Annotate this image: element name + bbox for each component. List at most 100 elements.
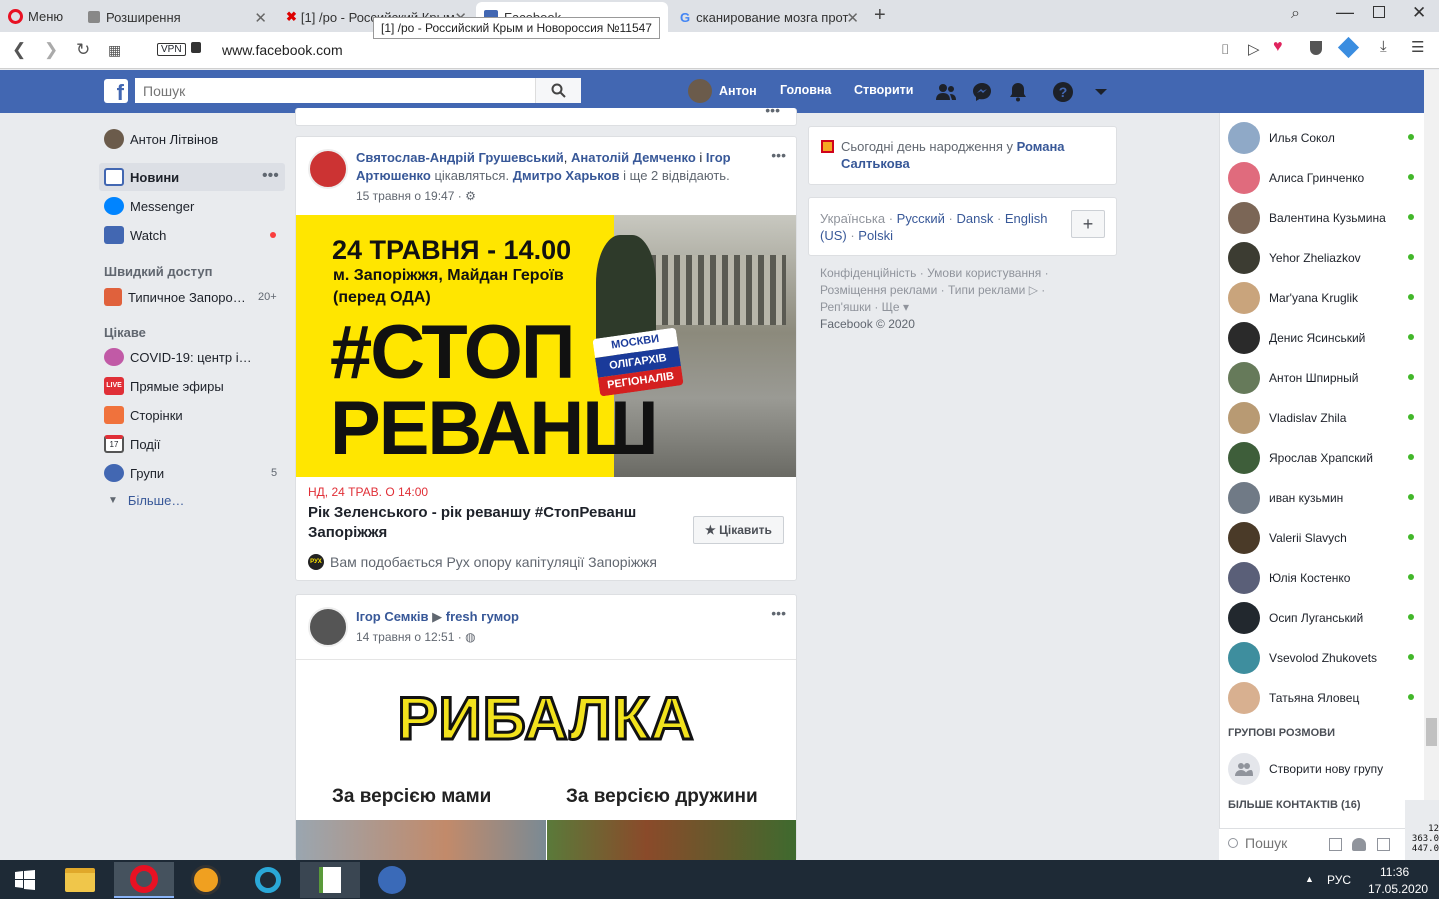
tab-extensions[interactable]: Розширення ✕ <box>80 2 273 32</box>
author-link[interactable]: Ігор Семків <box>356 609 429 624</box>
sidebar-more[interactable]: ▼ Більше… <box>104 488 184 512</box>
new-message-icon[interactable] <box>1329 838 1342 851</box>
chat-contact[interactable]: Valerii Slavych <box>1228 518 1418 558</box>
post-timestamp[interactable]: 14 травня о 12:51 · ◍ <box>356 630 476 644</box>
create-link[interactable]: Створити <box>854 83 913 97</box>
search-tabs-icon[interactable]: ⌕ <box>1291 5 1300 23</box>
post-timestamp[interactable]: 15 травня о 19:47 · ⚙ <box>356 189 476 203</box>
new-group-icon[interactable] <box>1352 838 1366 851</box>
chat-search-input[interactable] <box>1245 835 1335 851</box>
reload-icon[interactable]: ↻ <box>76 40 90 60</box>
profile-link[interactable]: Антон <box>688 79 757 103</box>
mountain-app[interactable] <box>362 862 422 898</box>
sidebar-item-pages[interactable]: Сторінки <box>104 403 183 427</box>
sidebar-item-watch[interactable]: Watch <box>104 223 166 247</box>
footer-line[interactable]: Конфіденційність · Умови користування · <box>820 265 1100 282</box>
facebook-logo-icon[interactable]: f <box>104 79 128 105</box>
chat-contact[interactable]: Илья Сокол <box>1228 118 1418 158</box>
chat-contact[interactable]: Денис Ясинський <box>1228 318 1418 358</box>
search-button[interactable] <box>535 78 581 103</box>
easy-setup-icon[interactable]: ☰ <box>1411 38 1424 56</box>
home-link[interactable]: Головна <box>780 83 831 97</box>
download-icon[interactable]: ⤓ <box>1380 38 1387 55</box>
close-window-button[interactable]: ✕ <box>1412 3 1426 23</box>
lang-danish[interactable]: Dansk <box>956 211 993 226</box>
sidebar-item-events[interactable]: 17 Події <box>104 432 160 456</box>
post-options-icon[interactable]: ••• <box>771 605 786 621</box>
chat-contact[interactable]: Осип Луганський <box>1228 598 1418 638</box>
lock-icon[interactable] <box>191 42 201 53</box>
chat-contact[interactable]: Татьяна Яловец <box>1228 678 1418 718</box>
sidebar-item-news[interactable]: Новини <box>104 165 179 189</box>
event-cover-image[interactable]: 24 ТРАВНЯ - 14.00 м. Запоріжжя, Майдан Г… <box>296 215 796 477</box>
tray-show-hidden-icon[interactable]: ▲ <box>1305 874 1314 884</box>
camera-icon[interactable]: ⌷ <box>1221 41 1229 58</box>
send-icon[interactable]: ▷ <box>1248 40 1260 58</box>
group-link[interactable]: fresh гумор <box>446 609 519 624</box>
footer-line[interactable]: Розміщення реклами · Типи реклами ▷ · <box>820 282 1100 299</box>
file-explorer-app[interactable] <box>50 862 110 898</box>
qip-app[interactable] <box>238 862 298 898</box>
forward-icon[interactable]: ❯ <box>44 40 58 60</box>
heart-icon[interactable]: ♥ <box>1273 38 1283 56</box>
help-icon[interactable]: ? <box>1052 81 1074 103</box>
notifications-bell-icon[interactable] <box>1007 81 1029 103</box>
sidebar-item-live[interactable]: LIVE Прямые эфиры <box>104 374 224 398</box>
clock-time[interactable]: 11:36 <box>1380 865 1409 879</box>
friends-icon[interactable] <box>935 81 957 103</box>
aimp-app[interactable] <box>176 862 236 898</box>
sidebar-item-groups[interactable]: Групи <box>104 461 164 485</box>
sidebar-item-messenger[interactable]: Messenger <box>104 194 194 218</box>
chat-contact[interactable]: Алиса Гринченко <box>1228 158 1418 198</box>
chat-contact[interactable]: Антон Шпирный <box>1228 358 1418 398</box>
back-icon[interactable]: ❮ <box>12 40 26 60</box>
post-options-icon[interactable]: ••• <box>771 147 786 163</box>
clock-date[interactable]: 17.05.2020 <box>1368 882 1428 896</box>
avatar[interactable] <box>308 149 348 189</box>
sidebar-profile[interactable]: Антон Літвінов <box>104 127 218 151</box>
notepad-app[interactable] <box>300 862 360 898</box>
add-language-button[interactable]: + <box>1071 210 1105 238</box>
interested-button[interactable]: ★ Цікавить <box>693 516 784 544</box>
minimize-button[interactable]: — <box>1336 2 1354 23</box>
close-tab-icon[interactable]: ✕ <box>254 9 267 27</box>
chat-contact[interactable]: Валентина Кузьмина <box>1228 198 1418 238</box>
opera-menu-button[interactable]: Меню <box>8 5 63 27</box>
birthday-card[interactable]: Сьогодні день народження у Романа Салтьк… <box>808 126 1117 185</box>
tiles-icon[interactable]: ▦ <box>108 42 121 59</box>
chat-contact[interactable]: Yehor Zheliazkov <box>1228 238 1418 278</box>
shield-icon[interactable] <box>1310 41 1322 55</box>
close-tab-icon[interactable]: ✕ <box>846 9 859 27</box>
chat-contact[interactable]: Vsevolod Zhukovets <box>1228 638 1418 678</box>
url-text[interactable]: www.facebook.com <box>222 42 343 58</box>
vpn-badge[interactable]: VPN <box>157 43 186 56</box>
settings-icon[interactable] <box>1377 838 1390 851</box>
news-options-icon[interactable]: ••• <box>262 167 279 185</box>
tab-google[interactable]: G сканирование мозга прот ✕ <box>672 2 865 32</box>
search-input[interactable] <box>135 78 535 103</box>
post-options-icon[interactable]: ••• <box>765 102 780 118</box>
chat-contact[interactable]: Юлія Костенко <box>1228 558 1418 598</box>
restore-button[interactable] <box>1373 6 1385 18</box>
chat-scrollbar[interactable] <box>1424 70 1439 860</box>
scrollbar-thumb[interactable] <box>1426 718 1437 746</box>
opera-app[interactable] <box>114 862 174 898</box>
start-button[interactable] <box>0 862 50 898</box>
lang-polish[interactable]: Polski <box>858 228 893 243</box>
language-indicator[interactable]: РУС <box>1327 873 1351 887</box>
account-menu-caret-icon[interactable] <box>1090 81 1112 103</box>
chat-contact[interactable]: Mar'yana Kruglik <box>1228 278 1418 318</box>
footer-line[interactable]: Реп'яшки · Ще ▾ <box>820 299 1100 316</box>
actor-link[interactable]: Анатолій Демченко <box>571 150 696 165</box>
sidebar-item-covid[interactable]: COVID-19: центр і… <box>104 345 252 369</box>
chat-contact[interactable]: иван кузьмин <box>1228 478 1418 518</box>
messenger-icon[interactable] <box>971 81 993 103</box>
event-title[interactable]: Рік Зеленського - рік реваншу #СтопРеван… <box>308 503 678 543</box>
new-tab-button[interactable]: + <box>874 4 886 27</box>
chat-contact[interactable]: Vladislav Zhila <box>1228 398 1418 438</box>
actor-link[interactable]: Святослав-Андрій Грушевський <box>356 150 564 165</box>
extension-icon[interactable] <box>1337 36 1360 59</box>
lang-russian[interactable]: Русский <box>897 211 945 226</box>
sidebar-item-quick[interactable]: Типичное Запоро… <box>104 285 246 309</box>
post-image[interactable]: РИБАЛКА За версією мами За версією дружи… <box>296 659 796 861</box>
